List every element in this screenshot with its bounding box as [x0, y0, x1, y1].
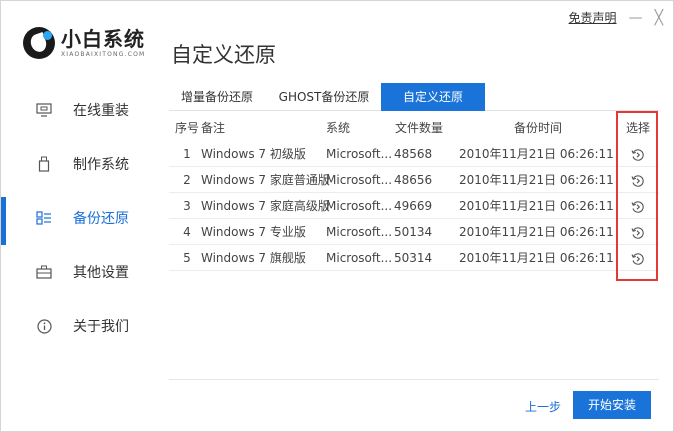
logo-icon — [23, 27, 55, 59]
sidebar-item-label: 其他设置 — [73, 265, 129, 281]
briefcase-icon — [35, 263, 53, 281]
tab-incremental-backup[interactable]: 增量备份还原 — [169, 83, 265, 111]
monitor-icon — [35, 101, 53, 119]
start-install-button[interactable]: 开始安装 — [573, 391, 651, 419]
row-system: Microsoft... — [326, 225, 393, 239]
sidebar-item-label: 关于我们 — [73, 319, 129, 335]
sidebar-item-online-reinstall[interactable]: 在线重装 — [1, 83, 151, 137]
row-index: 4 — [183, 225, 191, 239]
row-backup-time: 2010年11月21日 06:26:11 — [459, 147, 614, 161]
table-row[interactable]: 2 Windows 7 家庭普通版 Microsoft... 48656 201… — [169, 167, 659, 193]
row-select-cell — [623, 167, 653, 193]
row-backup-time: 2010年11月21日 06:26:11 — [459, 173, 614, 187]
row-note: Windows 7 家庭普通版 — [201, 173, 330, 187]
row-index: 3 — [183, 199, 191, 213]
row-note: Windows 7 旗舰版 — [201, 251, 306, 265]
info-icon — [35, 317, 53, 335]
table-row[interactable]: 4 Windows 7 专业版 Microsoft... 50134 2010年… — [169, 219, 659, 245]
column-header-index: 序号 — [174, 121, 199, 135]
tab-ghost-backup[interactable]: GHOST备份还原 — [273, 83, 375, 111]
logo-name: 小白系统 — [61, 27, 145, 51]
sidebar-item-backup-restore[interactable]: 备份还原 — [1, 191, 151, 245]
row-select-cell — [623, 219, 653, 245]
previous-step-button[interactable]: 上一步 — [525, 398, 561, 415]
sidebar-item-label: 备份还原 — [73, 211, 129, 227]
row-file-count: 48568 — [394, 147, 433, 161]
restore-icon[interactable] — [631, 200, 645, 214]
table-header: 序号 备注 系统 文件数量 备份时间 选择 — [169, 115, 659, 141]
restore-icon[interactable] — [631, 226, 645, 240]
restore-icon[interactable] — [631, 252, 645, 266]
row-backup-time: 2010年11月21日 06:26:11 — [459, 225, 614, 239]
column-header-system: 系统 — [326, 121, 351, 135]
sidebar-item-label: 在线重装 — [73, 103, 129, 119]
row-index: 2 — [183, 173, 191, 187]
row-file-count: 49669 — [394, 199, 433, 213]
backup-icon — [35, 209, 53, 227]
row-select-cell — [623, 245, 653, 271]
row-system: Microsoft... — [326, 199, 393, 213]
row-file-count: 50134 — [394, 225, 433, 239]
backup-table: 序号 备注 系统 文件数量 备份时间 选择 1 Windows 7 初级版 Mi… — [169, 115, 659, 271]
logo-subtitle: XIAOBAIXITONG.COM — [61, 51, 146, 58]
window-controls: 免责声明 — ╳ — [569, 9, 663, 26]
logo-text: 小白系统 XIAOBAIXITONG.COM — [61, 28, 145, 58]
tab-bar: 增量备份还原 GHOST备份还原 自定义还原 — [169, 83, 659, 111]
row-file-count: 48656 — [394, 173, 433, 187]
table-row[interactable]: 1 Windows 7 初级版 Microsoft... 48568 2010年… — [169, 141, 659, 167]
sidebar-item-other-settings[interactable]: 其他设置 — [1, 245, 151, 299]
row-file-count: 50314 — [394, 251, 433, 265]
sidebar: 在线重装 制作系统 备份还原 其他设置 关于我们 — [1, 83, 151, 353]
row-select-cell — [623, 193, 653, 219]
column-header-file-count: 文件数量 — [395, 121, 444, 135]
row-backup-time: 2010年11月21日 06:26:11 — [459, 251, 614, 265]
row-index: 1 — [183, 147, 191, 161]
row-system: Microsoft... — [326, 173, 393, 187]
column-header-note: 备注 — [201, 121, 226, 135]
row-select-cell — [623, 141, 653, 167]
restore-icon[interactable] — [631, 148, 645, 162]
disclaimer-link[interactable]: 免责声明 — [569, 9, 617, 26]
sidebar-item-label: 制作系统 — [73, 157, 129, 173]
table-row[interactable]: 3 Windows 7 家庭高级版 Microsoft... 49669 201… — [169, 193, 659, 219]
tab-custom-restore[interactable]: 自定义还原 — [381, 83, 485, 111]
row-note: Windows 7 家庭高级版 — [201, 199, 330, 213]
table-row[interactable]: 5 Windows 7 旗舰版 Microsoft... 50314 2010年… — [169, 245, 659, 271]
page-title: 自定义还原 — [171, 43, 276, 67]
column-header-select: 选择 — [625, 121, 650, 135]
minimize-button[interactable]: — — [629, 11, 643, 25]
app-logo: 小白系统 XIAOBAIXITONG.COM — [23, 27, 145, 59]
app-window: 免责声明 — ╳ 小白系统 XIAOBAIXITONG.COM 自定义还原 在线… — [0, 0, 674, 432]
footer-divider — [169, 379, 659, 380]
row-note: Windows 7 专业版 — [201, 225, 306, 239]
row-system: Microsoft... — [326, 147, 393, 161]
sidebar-item-make-system[interactable]: 制作系统 — [1, 137, 151, 191]
row-backup-time: 2010年11月21日 06:26:11 — [459, 199, 614, 213]
column-header-backup-time: 备份时间 — [514, 121, 563, 135]
sidebar-item-about-us[interactable]: 关于我们 — [1, 299, 151, 353]
usb-icon — [35, 155, 53, 173]
row-index: 5 — [183, 251, 191, 265]
row-system: Microsoft... — [326, 251, 393, 265]
restore-icon[interactable] — [631, 174, 645, 188]
close-button[interactable]: ╳ — [655, 11, 663, 25]
row-note: Windows 7 初级版 — [201, 147, 306, 161]
